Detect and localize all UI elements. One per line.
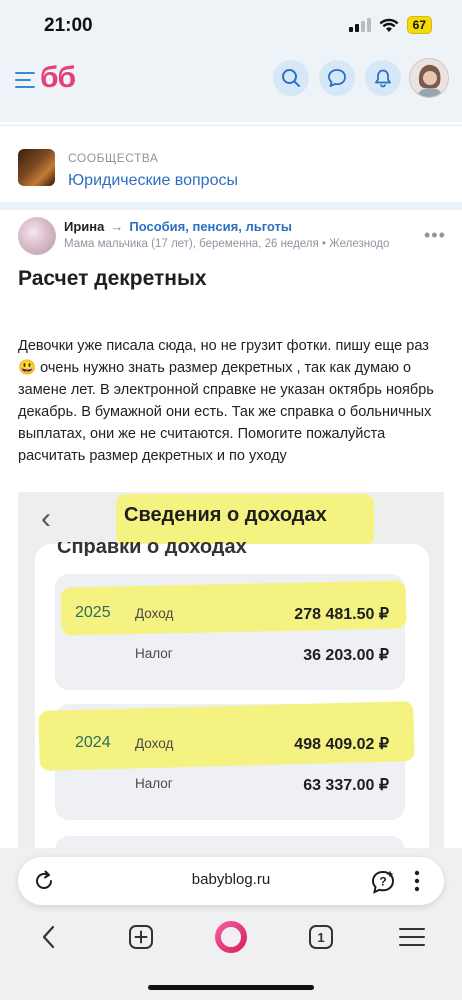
search-icon [282,69,300,87]
chat-icon [328,69,346,87]
avatar-image [410,59,448,97]
profile-avatar[interactable] [409,58,449,98]
post-title: Расчет декретных [18,267,207,290]
plus-square-icon [129,925,153,949]
author-name[interactable]: Ирина [64,219,104,234]
income-label: Доход [135,606,174,621]
community-thumbnail [18,149,55,186]
wifi-icon [379,18,399,32]
tax-value: 36 203.00 ₽ [303,647,389,664]
kebab-menu-icon[interactable] [414,869,420,893]
new-tab-button[interactable] [126,922,156,952]
embedded-title: Сведения о доходах [124,504,327,526]
status-indicators: 67 [348,16,432,34]
income-value: 278 481.50 ₽ [294,606,389,623]
author-line: Ирина → Пособия, пенсия, льготы [64,219,292,234]
section-divider [0,202,462,210]
assistant-chat-icon[interactable]: ? [370,869,396,895]
author-avatar[interactable] [18,217,56,255]
bell-icon [375,69,391,88]
tax-label: Налог [135,776,173,791]
post-body: Девочки уже писала сюда, но не грузит фо… [18,335,438,467]
income-value: 498 409.02 ₽ [294,736,389,753]
search-button[interactable] [273,60,309,96]
browser-bottom-nav: 1 [0,914,462,962]
signal-icon [348,18,371,32]
community-link[interactable]: Юридические вопросы [68,172,238,190]
hamburger-icon [399,928,425,946]
income-year: 2024 [75,734,111,751]
arrow-right-icon: → [110,219,124,234]
home-indicator [148,985,314,990]
back-chevron-icon: ‹ [41,502,51,535]
post-body-text-1: Девочки уже писала сюда, но не грузит фо… [18,338,429,354]
tax-value: 63 337.00 ₽ [303,777,389,794]
tab-count: 1 [317,929,325,945]
notifications-button[interactable] [365,60,401,96]
status-bar: 21:00 67 [0,0,462,50]
income-card-2024: 2024 Доход 498 409.02 ₽ Налог 63 337.00 … [38,701,415,820]
topic-link[interactable]: Пособия, пенсия, льготы [129,219,292,234]
alice-assistant-button[interactable] [214,920,248,954]
income-label: Доход [135,736,174,751]
tax-label: Налог [135,646,173,661]
app-header: бб [0,50,462,122]
post-body-text-2: очень нужно знать размер декретных , так… [18,360,434,464]
income-card-2025: 2025 Доход 278 481.50 ₽ Налог 36 203.00 … [55,574,407,690]
svg-text:?: ? [379,875,386,889]
embedded-clipped-heading: Справки о доходах [57,542,247,556]
community-kicker: СООБЩЕСТВА [68,151,159,165]
brand-logo[interactable]: бб [40,61,76,95]
tabs-button[interactable]: 1 [306,922,336,952]
back-button[interactable] [34,922,64,952]
community-card[interactable]: СООБЩЕСТВА Юридические вопросы [0,125,462,197]
status-time: 21:00 [44,15,93,36]
more-options-icon[interactable]: ••• [424,225,446,246]
author-meta: Мама мальчика (17 лет), беременна, 26 не… [64,238,390,250]
income-year: 2025 [75,604,111,621]
alice-icon [215,921,247,953]
chevron-left-icon [42,925,55,949]
smile-emoji-icon: 😃 [18,360,37,376]
battery-indicator: 67 [406,16,432,34]
address-bar[interactable]: babyblog.ru ? [18,857,444,905]
menu-icon[interactable] [15,72,35,88]
browser-menu-button[interactable] [397,922,427,952]
messages-button[interactable] [319,60,355,96]
